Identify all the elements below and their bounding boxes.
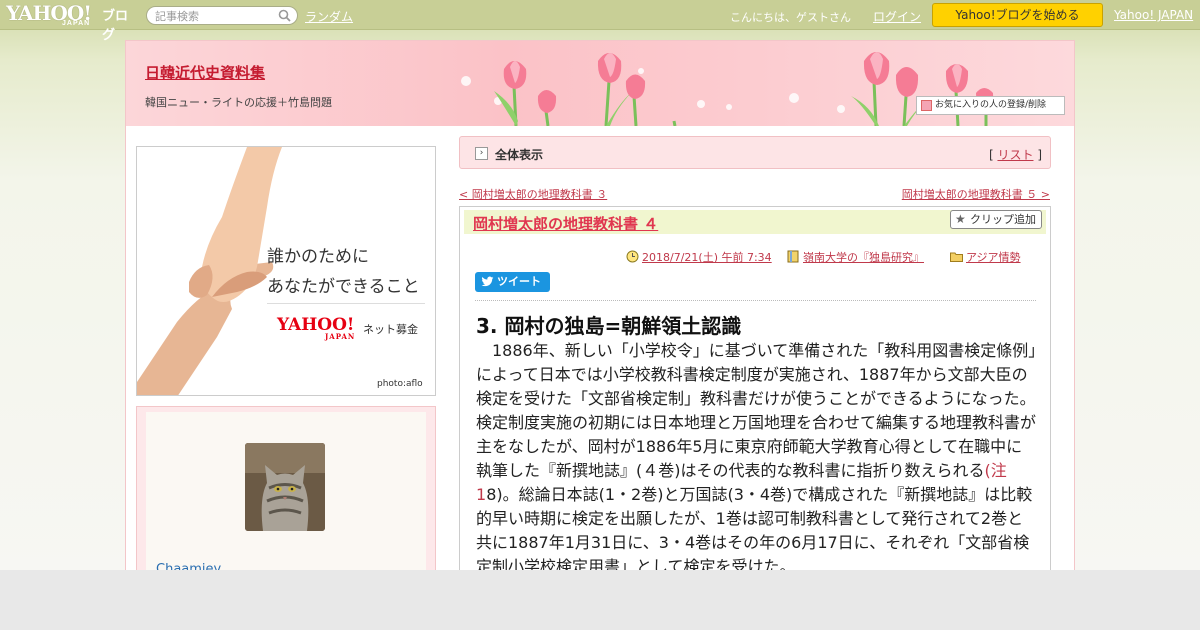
list-link-group: [ リスト ] bbox=[989, 146, 1042, 163]
ad-photo-credit: photo:aflo bbox=[377, 379, 423, 389]
meta-divider bbox=[475, 300, 1036, 301]
avatar[interactable] bbox=[245, 443, 325, 531]
section-heading: 3. 岡村の独島=朝鮮領土認識 bbox=[476, 314, 742, 338]
ad-logo-sub: JAPAN bbox=[325, 332, 356, 341]
start-blog-button[interactable]: Yahoo!ブログを始める bbox=[932, 3, 1103, 27]
clock-icon bbox=[626, 250, 639, 263]
category-link-1[interactable]: 嶺南大学の『独島研究』 bbox=[803, 249, 924, 265]
browser-bottom-area bbox=[0, 570, 1200, 630]
folder-icon bbox=[950, 252, 963, 262]
random-link[interactable]: ランダム bbox=[305, 8, 353, 25]
tweet-button[interactable]: ツイート bbox=[475, 272, 550, 292]
view-all-arrow-icon: › bbox=[475, 147, 488, 160]
yahoo-top-bar: YAHOO! JAPAN ブログ ランダム こんにちは、ゲストさん ログイン Y… bbox=[0, 0, 1200, 43]
article-header: 岡村増太郎の地理教科書 ４ ★ クリップ追加 bbox=[464, 210, 1046, 234]
ad-service-name: ネット募金 bbox=[363, 323, 418, 336]
article-meta: 2018/7/21(土) 午前 7:34 嶺南大学の『独島研究』 アジア情勢 bbox=[626, 249, 1035, 265]
book-icon bbox=[787, 250, 799, 263]
profile-box: Chaamiey bbox=[136, 406, 436, 570]
cat-avatar-image bbox=[245, 443, 325, 531]
clip-add-label: クリップ追加 bbox=[970, 213, 1036, 226]
prev-article-link[interactable]: < 岡村増太郎の地理教科書 ３ bbox=[459, 186, 607, 202]
twitter-bird-icon bbox=[481, 276, 494, 287]
list-bracket-close: ] bbox=[1037, 148, 1042, 162]
list-bracket-open: [ bbox=[988, 148, 994, 162]
tweet-label: ツイート bbox=[497, 275, 541, 288]
search-icon[interactable] bbox=[278, 9, 291, 22]
blog-frame: 日韓近代史資料集 韓国ニュー・ライトの応援＋竹島問題 お気に入りの人の登録/削除… bbox=[125, 40, 1075, 570]
view-all-label[interactable]: 全体表示 bbox=[495, 146, 543, 163]
profile-inner: Chaamiey bbox=[146, 412, 426, 570]
search-box bbox=[146, 6, 298, 25]
ad-yahoo-logo: YAHOO! JAPAN bbox=[277, 315, 354, 341]
blog-subtitle: 韓国ニュー・ライトの応援＋竹島問題 bbox=[145, 96, 332, 109]
page-viewport: YAHOO! JAPAN ブログ ランダム こんにちは、ゲストさん ログイン Y… bbox=[0, 0, 1200, 570]
charity-ad-banner[interactable]: 誰かのために あなたができること YAHOO! JAPAN ネット募金 photo… bbox=[136, 146, 436, 396]
profile-name[interactable]: Chaamiey bbox=[156, 562, 221, 570]
yahoo-blog-logo[interactable]: YAHOO! JAPAN ブログ bbox=[6, 1, 140, 43]
favorite-button-label: お気に入りの人の登録/削除 bbox=[935, 100, 1047, 110]
next-article-link[interactable]: 岡村増太郎の地理教科書 ５ > bbox=[902, 186, 1050, 202]
greeting-text: こんにちは、ゲストさん bbox=[730, 11, 851, 24]
blog-title[interactable]: 日韓近代史資料集 bbox=[145, 62, 265, 83]
logo-japan-text: JAPAN bbox=[62, 20, 91, 27]
category-link-2[interactable]: アジア情勢 bbox=[966, 249, 1021, 265]
article: 岡村増太郎の地理教科書 ４ ★ クリップ追加 2018/7/21(土) 午前 7… bbox=[459, 206, 1051, 570]
yahoo-japan-link[interactable]: Yahoo! JAPAN bbox=[1114, 8, 1193, 22]
search-input[interactable] bbox=[155, 9, 280, 23]
post-date-link[interactable]: 2018/7/21(土) 午前 7:34 bbox=[642, 249, 772, 265]
paragraph-text-b: 8)。総論日本誌(1・2巻)と万国誌(3・4巻)で構成された『新撰地誌』は比較的… bbox=[476, 485, 1033, 570]
ad-copy-line1: 誰かのために bbox=[267, 247, 369, 267]
paragraph-text-a: 1886年、新しい「小学校令」に基づいて準備された「教科用図書検定條例」によって… bbox=[476, 341, 1037, 480]
article-title[interactable]: 岡村増太郎の地理教科書 ４ bbox=[473, 213, 658, 234]
ad-copy-line2: あなたができること bbox=[267, 277, 420, 297]
clip-add-button[interactable]: ★ クリップ追加 bbox=[950, 210, 1042, 229]
list-link[interactable]: リスト bbox=[997, 148, 1033, 162]
view-all-bar: › 全体表示 [ リスト ] bbox=[459, 136, 1051, 169]
favorite-icon bbox=[921, 100, 932, 111]
login-link[interactable]: ログイン bbox=[873, 8, 921, 25]
favorite-register-button[interactable]: お気に入りの人の登録/削除 bbox=[916, 96, 1065, 115]
ad-divider bbox=[267, 303, 425, 304]
logo-blog-text: ブログ bbox=[102, 9, 129, 43]
article-paragraph: 1886年、新しい「小学校令」に基づいて準備された「教科用図書検定條例」によって… bbox=[476, 339, 1038, 570]
blog-header: 日韓近代史資料集 韓国ニュー・ライトの応援＋竹島問題 お気に入りの人の登録/削除 bbox=[126, 41, 1074, 126]
star-icon: ★ bbox=[955, 212, 966, 226]
